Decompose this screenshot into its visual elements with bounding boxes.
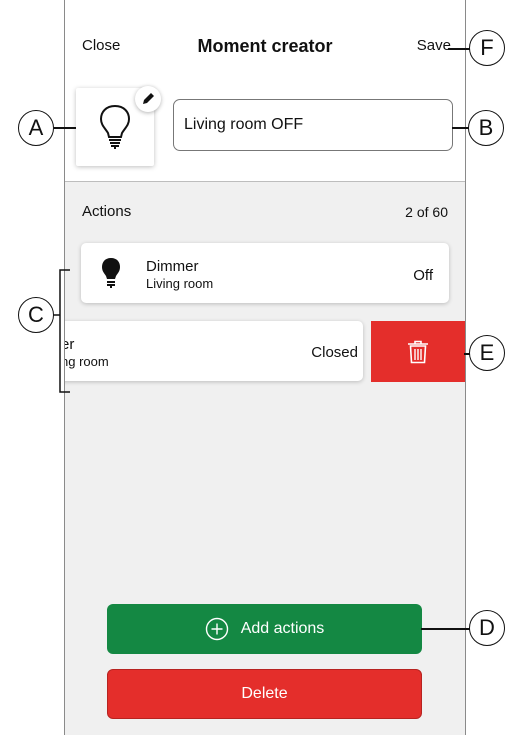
- action-state: Closed: [311, 344, 358, 361]
- action-title: Dimmer: [146, 258, 199, 275]
- light-bulb-icon: [99, 104, 131, 149]
- moment-header: Close Moment creator Save: [65, 0, 465, 182]
- add-actions-label: Add actions: [240, 620, 325, 637]
- trash-icon: [408, 340, 428, 363]
- delete-button[interactable]: Delete: [107, 669, 422, 719]
- actions-heading: Actions: [82, 203, 132, 220]
- actions-count: 2 of 60: [405, 204, 448, 220]
- pencil-icon: [143, 93, 154, 104]
- delete-action-button[interactable]: [371, 321, 465, 382]
- callout-d: D: [469, 610, 505, 646]
- callout-c: C: [18, 297, 54, 333]
- save-button[interactable]: Save: [417, 37, 451, 54]
- light-bulb-filled-icon: [102, 258, 120, 288]
- callout-line-a: [54, 127, 76, 129]
- delete-label: Delete: [241, 685, 288, 702]
- callout-bracket-c: [52, 269, 70, 393]
- callout-b: B: [468, 110, 504, 146]
- callout-a: A: [18, 110, 54, 146]
- callout-line-d: [421, 628, 470, 630]
- add-actions-button[interactable]: Add actions: [107, 604, 422, 654]
- callout-f: F: [469, 30, 505, 66]
- action-item-dimmer[interactable]: Dimmer Living room Off: [81, 243, 449, 303]
- callout-line-f: [448, 48, 470, 50]
- page-title: Moment creator: [197, 36, 333, 56]
- moment-name-field[interactable]: [173, 99, 453, 151]
- action-subtitle: Living room: [146, 276, 214, 291]
- action-item-swiped[interactable]: er ng room Closed: [65, 321, 363, 381]
- plus-circle-icon: [205, 617, 228, 641]
- action-state: Off: [413, 267, 433, 284]
- callout-e: E: [469, 335, 505, 371]
- phone-screen: Close Moment creator Save Actions 2 of 6…: [64, 0, 466, 735]
- edit-icon-button[interactable]: [135, 86, 161, 112]
